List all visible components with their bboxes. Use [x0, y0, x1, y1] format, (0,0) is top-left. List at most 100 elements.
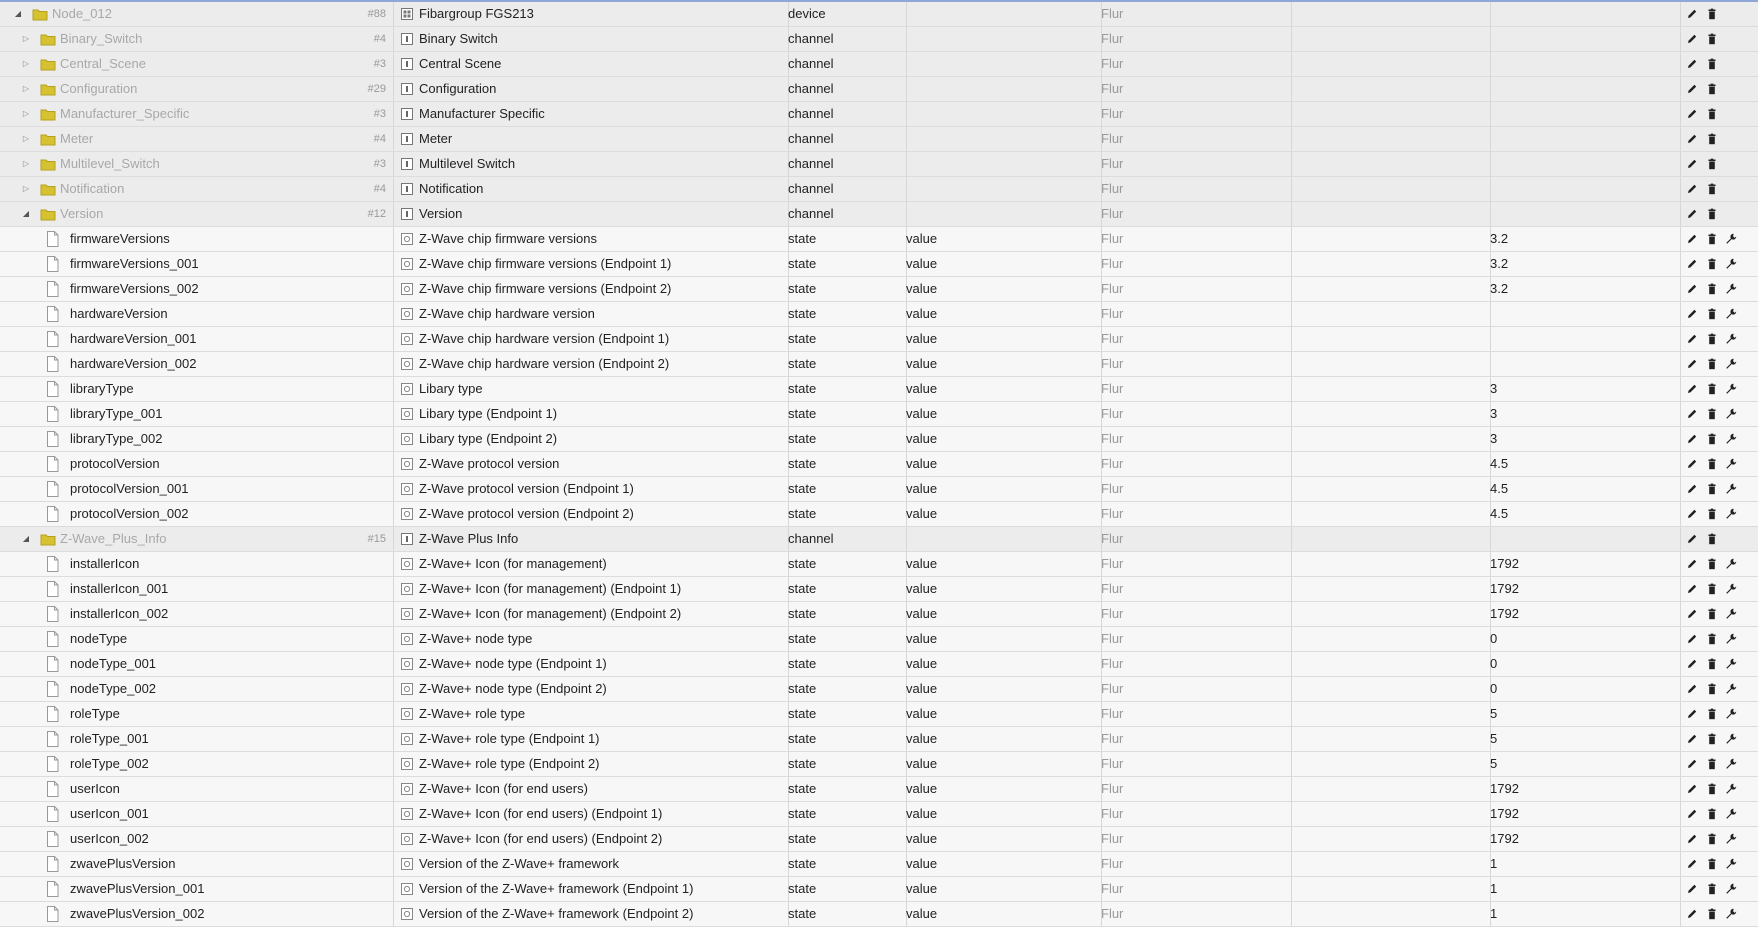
- delete-trash-icon[interactable]: [1706, 233, 1718, 245]
- edit-pencil-icon[interactable]: [1686, 858, 1698, 870]
- state-row[interactable]: zwavePlusVersion_001 Version of the Z-Wav…: [0, 877, 1758, 902]
- edit-pencil-icon[interactable]: [1686, 58, 1698, 70]
- settings-wrench-icon[interactable]: [1725, 433, 1737, 445]
- delete-trash-icon[interactable]: [1706, 658, 1718, 670]
- edit-pencil-icon[interactable]: [1686, 333, 1698, 345]
- settings-wrench-icon[interactable]: [1725, 508, 1737, 520]
- object-value[interactable]: 3.2: [1490, 277, 1670, 301]
- settings-wrench-icon[interactable]: [1725, 308, 1737, 320]
- edit-pencil-icon[interactable]: [1686, 783, 1698, 795]
- delete-trash-icon[interactable]: [1706, 283, 1718, 295]
- edit-pencil-icon[interactable]: [1686, 508, 1698, 520]
- state-row[interactable]: protocolVersion_002 Z-Wave protocol versi…: [0, 502, 1758, 527]
- object-value[interactable]: 1792: [1490, 602, 1670, 626]
- settings-wrench-icon[interactable]: [1725, 883, 1737, 895]
- delete-trash-icon[interactable]: [1706, 808, 1718, 820]
- object-value[interactable]: [1490, 102, 1670, 126]
- delete-trash-icon[interactable]: [1706, 158, 1718, 170]
- object-value[interactable]: 1792: [1490, 552, 1670, 576]
- edit-pencil-icon[interactable]: [1686, 658, 1698, 670]
- state-row[interactable]: installerIcon Z-Wave+ Icon (for managemen…: [0, 552, 1758, 577]
- settings-wrench-icon[interactable]: [1725, 558, 1737, 570]
- delete-trash-icon[interactable]: [1706, 408, 1718, 420]
- object-value[interactable]: 1: [1490, 902, 1670, 926]
- settings-wrench-icon[interactable]: [1725, 358, 1737, 370]
- object-value[interactable]: 1792: [1490, 577, 1670, 601]
- edit-pencil-icon[interactable]: [1686, 283, 1698, 295]
- settings-wrench-icon[interactable]: [1725, 733, 1737, 745]
- object-value[interactable]: 1: [1490, 877, 1670, 901]
- delete-trash-icon[interactable]: [1706, 58, 1718, 70]
- object-value[interactable]: 3: [1490, 427, 1670, 451]
- object-value[interactable]: 1792: [1490, 777, 1670, 801]
- object-id[interactable]: Multilevel_Switch: [60, 152, 160, 176]
- state-row[interactable]: firmwareVersions Z-Wave chip firmware ver…: [0, 227, 1758, 252]
- edit-pencil-icon[interactable]: [1686, 258, 1698, 270]
- delete-trash-icon[interactable]: [1706, 308, 1718, 320]
- delete-trash-icon[interactable]: [1706, 483, 1718, 495]
- object-value[interactable]: 1792: [1490, 802, 1670, 826]
- edit-pencil-icon[interactable]: [1686, 483, 1698, 495]
- object-id[interactable]: Node_012: [52, 2, 112, 26]
- channel-row[interactable]: ▷ Multilevel_Switch #3 Multilevel Switch cha…: [0, 152, 1758, 177]
- object-value[interactable]: [1490, 52, 1670, 76]
- delete-trash-icon[interactable]: [1706, 558, 1718, 570]
- object-value[interactable]: 3: [1490, 402, 1670, 426]
- state-row[interactable]: firmwareVersions_002 Z-Wave chip firmware…: [0, 277, 1758, 302]
- edit-pencil-icon[interactable]: [1686, 208, 1698, 220]
- edit-pencil-icon[interactable]: [1686, 758, 1698, 770]
- delete-trash-icon[interactable]: [1706, 508, 1718, 520]
- delete-trash-icon[interactable]: [1706, 583, 1718, 595]
- edit-pencil-icon[interactable]: [1686, 158, 1698, 170]
- object-value[interactable]: [1490, 127, 1670, 151]
- settings-wrench-icon[interactable]: [1725, 683, 1737, 695]
- settings-wrench-icon[interactable]: [1725, 833, 1737, 845]
- delete-trash-icon[interactable]: [1706, 208, 1718, 220]
- object-value[interactable]: [1490, 27, 1670, 51]
- object-value[interactable]: 3.2: [1490, 227, 1670, 251]
- channel-row[interactable]: ▷ Meter #4 Meter channel Flur: [0, 127, 1758, 152]
- edit-pencil-icon[interactable]: [1686, 308, 1698, 320]
- state-row[interactable]: nodeType_002 Z-Wave+ node type (Endpoint …: [0, 677, 1758, 702]
- state-row[interactable]: roleType Z-Wave+ role type state value Flur 5: [0, 702, 1758, 727]
- channel-row[interactable]: ◢ Z-Wave_Plus_Info #15 Z-Wave Plus Info chan…: [0, 527, 1758, 552]
- object-value[interactable]: 4.5: [1490, 477, 1670, 501]
- expand-icon[interactable]: ▷: [20, 102, 32, 126]
- object-id[interactable]: Manufacturer_Specific: [60, 102, 189, 126]
- delete-trash-icon[interactable]: [1706, 883, 1718, 895]
- settings-wrench-icon[interactable]: [1725, 483, 1737, 495]
- delete-trash-icon[interactable]: [1706, 683, 1718, 695]
- delete-trash-icon[interactable]: [1706, 383, 1718, 395]
- object-value[interactable]: 4.5: [1490, 502, 1670, 526]
- edit-pencil-icon[interactable]: [1686, 183, 1698, 195]
- channel-row[interactable]: ▷ Notification #4 Notification channel Flur: [0, 177, 1758, 202]
- edit-pencil-icon[interactable]: [1686, 533, 1698, 545]
- settings-wrench-icon[interactable]: [1725, 708, 1737, 720]
- edit-pencil-icon[interactable]: [1686, 633, 1698, 645]
- settings-wrench-icon[interactable]: [1725, 383, 1737, 395]
- state-row[interactable]: hardwareVersion_002 Z-Wave chip hardware …: [0, 352, 1758, 377]
- object-id[interactable]: Configuration: [60, 77, 137, 101]
- expand-icon[interactable]: ▷: [20, 152, 32, 176]
- object-id[interactable]: Central_Scene: [60, 52, 146, 76]
- channel-row[interactable]: ▷ Manufacturer_Specific #3 Manufacturer Spe…: [0, 102, 1758, 127]
- object-id[interactable]: Meter: [60, 127, 93, 151]
- settings-wrench-icon[interactable]: [1725, 458, 1737, 470]
- edit-pencil-icon[interactable]: [1686, 83, 1698, 95]
- object-value[interactable]: 1: [1490, 852, 1670, 876]
- state-row[interactable]: libraryType_002 Libary type (Endpoint 2) s…: [0, 427, 1758, 452]
- object-value[interactable]: [1490, 527, 1670, 551]
- device-row[interactable]: ◢ Node_012 #88 Fibargroup FGS213 device Flur: [0, 2, 1758, 27]
- delete-trash-icon[interactable]: [1706, 108, 1718, 120]
- settings-wrench-icon[interactable]: [1725, 783, 1737, 795]
- object-value[interactable]: 0: [1490, 627, 1670, 651]
- channel-row[interactable]: ▷ Configuration #29 Configuration channel Flu…: [0, 77, 1758, 102]
- delete-trash-icon[interactable]: [1706, 758, 1718, 770]
- object-value[interactable]: [1490, 352, 1670, 376]
- object-value[interactable]: 4.5: [1490, 452, 1670, 476]
- delete-trash-icon[interactable]: [1706, 783, 1718, 795]
- object-id[interactable]: Binary_Switch: [60, 27, 142, 51]
- settings-wrench-icon[interactable]: [1725, 583, 1737, 595]
- settings-wrench-icon[interactable]: [1725, 633, 1737, 645]
- edit-pencil-icon[interactable]: [1686, 133, 1698, 145]
